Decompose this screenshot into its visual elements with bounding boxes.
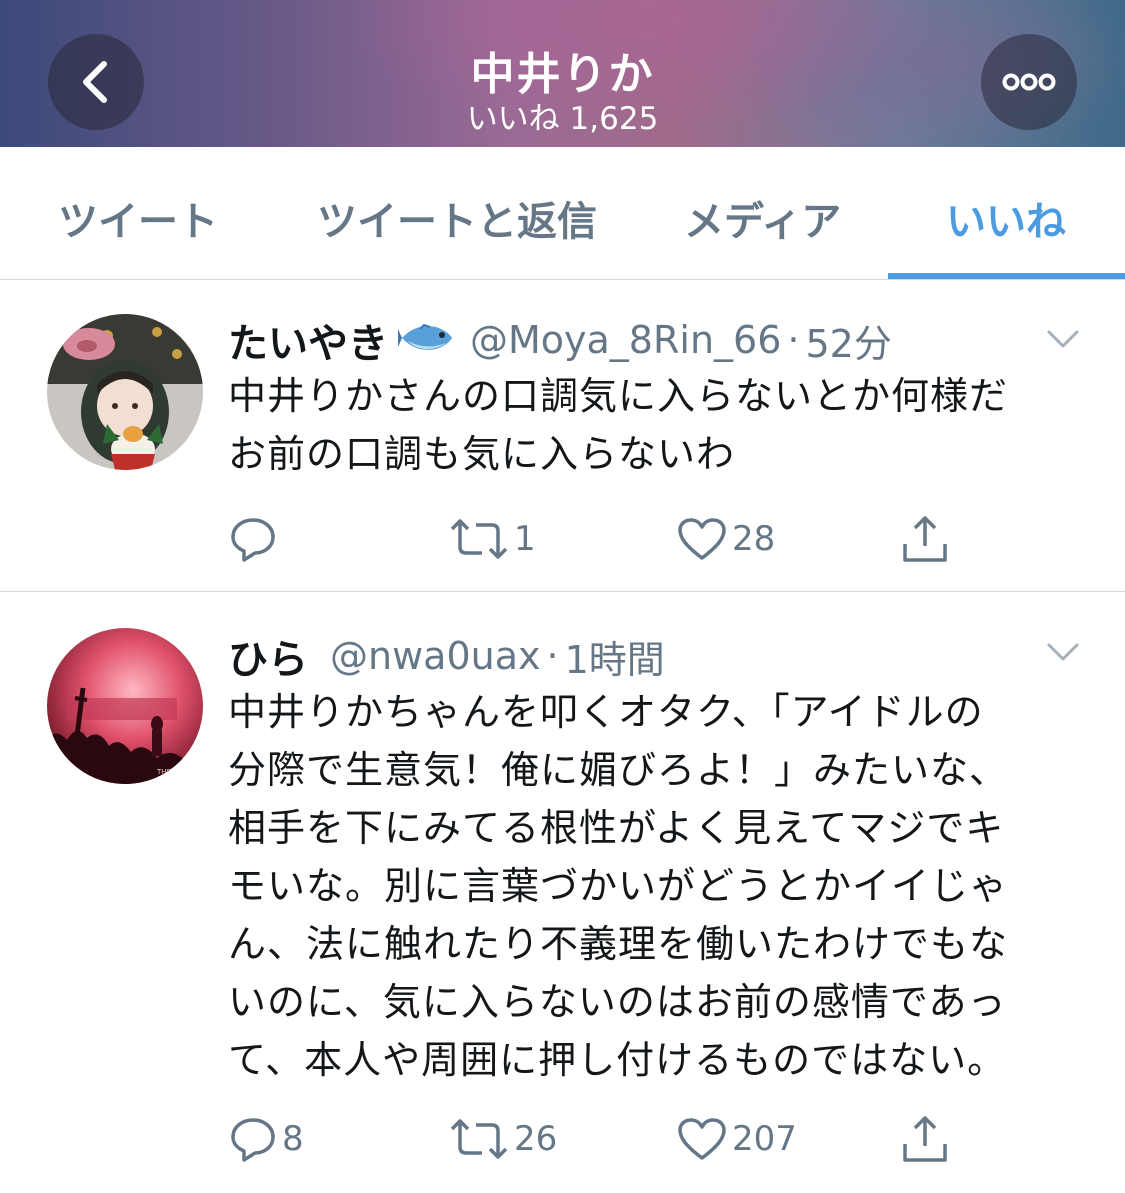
tweet-text-line: 中井りかちゃんを叩くオタク、「アイドルの <box>228 690 984 734</box>
like-button[interactable]: 28 <box>676 509 775 569</box>
profile-header: 中井りか いいね 1,625 <box>0 0 1125 147</box>
like-button[interactable]: 207 <box>676 1109 797 1169</box>
separator-dot: · <box>546 634 559 678</box>
avatar[interactable]: THE <box>47 628 203 784</box>
avatar[interactable] <box>47 314 203 470</box>
tweet-text-line: モいな。別に言葉づかいがどうとかイイじゃ <box>228 864 1009 908</box>
tweet-text: 中井りかさんの口調気に入らないとか何様だ お前の口調も気に入らないわ <box>228 367 1088 483</box>
profile-tabs: ツイート ツイートと返信 メディア いいね <box>0 147 1125 280</box>
retweet-icon <box>450 1119 508 1159</box>
retweet-button[interactable]: 26 <box>448 1109 557 1169</box>
svg-text:THE: THE <box>156 768 171 776</box>
likes-count-subtitle: いいね 1,625 <box>466 101 659 137</box>
tweet-time[interactable]: 52分 <box>805 313 891 368</box>
tweet[interactable]: たいやき @Moya_8Rin_66 · 52分 中井りかさんの口調気に入らない… <box>0 281 1125 592</box>
tweet-header: たいやき @Moya_8Rin_66 · 52分 <box>228 311 892 369</box>
reply-icon <box>231 518 275 562</box>
tweet-text-line: いのに、気に入らないのはお前の感情であっ <box>228 980 1007 1024</box>
tweet-actions: 1 28 <box>0 509 1125 569</box>
reply-button[interactable]: 8 <box>228 1109 304 1169</box>
tweet-text-line: 分際で生意気！俺に媚びろよ！」みたいな、 <box>228 748 1009 792</box>
share-button[interactable] <box>900 1109 950 1169</box>
tweet-text-line: 相手を下にみてる根性がよく見えてマジでキ <box>228 806 1005 850</box>
reply-button[interactable] <box>228 509 282 569</box>
tweet-time[interactable]: 1時間 <box>565 629 665 684</box>
retweet-icon <box>450 519 508 559</box>
tab-tweets[interactable]: ツイート <box>58 189 218 247</box>
tweet-actions: 8 26 207 <box>0 1109 1125 1169</box>
tweet-text-line: お前の口調も気に入らないわ <box>228 432 736 476</box>
chevron-down-icon[interactable] <box>1045 640 1081 664</box>
retweet-button[interactable]: 1 <box>448 509 536 569</box>
more-horizontal-icon <box>1002 73 1056 91</box>
tweet-text-line: て、本人や周囲に押し付けるものではない。 <box>228 1038 1007 1082</box>
separator-dot: · <box>787 318 800 362</box>
reply-icon <box>231 1118 275 1162</box>
more-button[interactable] <box>981 34 1077 130</box>
share-icon <box>903 516 947 562</box>
active-tab-indicator <box>888 273 1125 279</box>
tab-likes[interactable]: いいね <box>946 189 1066 247</box>
retweet-count: 26 <box>514 1119 558 1159</box>
tweet-text-line: 中井りかさんの口調気に入らないとか何様だ <box>228 374 1009 418</box>
like-count: 207 <box>732 1119 797 1159</box>
retweet-count: 1 <box>514 519 536 559</box>
reply-count: 8 <box>282 1119 304 1159</box>
tweet-header: ひら @nwa0uax · 1時間 <box>228 627 665 685</box>
chevron-down-icon[interactable] <box>1045 327 1081 351</box>
share-icon <box>903 1116 947 1162</box>
user-handle[interactable]: @Moya_8Rin_66 <box>470 318 781 362</box>
display-name[interactable]: たいやき <box>228 311 388 369</box>
heart-icon <box>678 518 726 560</box>
tab-tweets-and-replies[interactable]: ツイートと返信 <box>317 189 597 247</box>
user-handle[interactable]: @nwa0uax <box>330 634 540 678</box>
tweet[interactable]: THE ひら @nwa0uax · 1時間 中井りかちゃんを叩くオタク、「アイド… <box>0 593 1125 1193</box>
fish-icon <box>398 321 456 359</box>
display-name[interactable]: ひら <box>228 627 308 685</box>
tab-media[interactable]: メディア <box>684 189 841 247</box>
share-button[interactable] <box>900 509 950 569</box>
heart-icon <box>678 1118 726 1160</box>
tweet-text-line: ん、法に触れたり不義理を働いたわけでもな <box>228 922 1009 966</box>
like-count: 28 <box>732 519 776 559</box>
tweet-text: 中井りかちゃんを叩くオタク、「アイドルの 分際で生意気！俺に媚びろよ！」みたいな… <box>228 683 1088 1089</box>
